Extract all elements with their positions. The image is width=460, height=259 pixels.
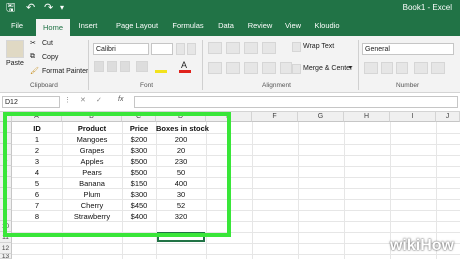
tab-insert[interactable]: Insert [74,16,102,36]
wrap-text-button[interactable]: Wrap Text [303,43,334,50]
decrease-decimal-icon[interactable] [431,62,445,74]
align-right-icon[interactable] [244,62,258,74]
window-title: Book1 - Excel [402,3,452,12]
cut-icon: ✂ [30,40,36,47]
bold-icon[interactable] [94,61,104,72]
fill-color-icon[interactable] [155,70,167,73]
save-icon[interactable]: 🖫 [6,1,15,15]
align-bottom-icon[interactable] [244,42,258,54]
currency-icon[interactable] [364,62,378,74]
gridline [344,122,345,259]
merge-center-dropdown-icon[interactable]: ▾ [349,64,352,71]
formula-bar: D12 ⋮ ✕ ✓ fx [0,93,460,112]
tab-review[interactable]: Review [244,16,276,36]
clipboard-group-label: Clipboard [30,82,58,89]
redo-icon[interactable]: ↷ [44,1,53,15]
orientation-icon[interactable] [262,42,276,54]
tab-formulas[interactable]: Formulas [168,16,208,36]
number-group-label: Number [396,82,420,89]
number-format-select[interactable]: General [362,43,454,55]
title-bar: 🖫 ↶ ↷ ▾ Book1 - Excel [0,0,460,16]
align-center-icon[interactable] [226,62,240,74]
column-header[interactable]: H [344,112,390,122]
tab-page-layout[interactable]: Page Layout [108,16,166,36]
decrease-font-icon[interactable] [187,43,196,55]
paste-button[interactable]: Paste [6,60,24,67]
enter-icon[interactable]: ✓ [96,96,102,104]
cancel-icon[interactable]: ✕ [80,96,86,104]
align-top-icon[interactable] [208,42,222,54]
undo-icon[interactable]: ↶ [26,1,35,15]
increase-font-icon[interactable] [176,43,185,55]
underline-icon[interactable] [120,61,130,72]
align-middle-icon[interactable] [226,42,240,54]
tab-kloudio[interactable]: Kloudio [310,16,344,36]
gridline [252,122,253,259]
ribbon: Paste ✂ Cut ⧉ Copy 🖌 Format Painter Clip… [0,36,460,93]
column-header[interactable]: I [390,112,436,122]
format-painter-button[interactable]: Format Painter [42,68,88,75]
font-name-box[interactable]: Calibri [93,43,149,55]
column-header[interactable]: J [436,112,460,122]
font-color-icon[interactable]: A [181,60,187,70]
percent-icon[interactable] [381,62,393,74]
merge-center-icon [292,64,301,74]
name-box-separator-icon: ⋮ [64,97,71,104]
copy-icon: ⧉ [30,53,35,60]
separator [88,40,89,90]
separator [202,40,203,90]
tab-view[interactable]: View [280,16,306,36]
align-left-icon[interactable] [208,62,222,74]
copy-button[interactable]: Copy [42,54,58,61]
comma-style-icon[interactable] [396,62,408,74]
tab-file[interactable]: File [4,16,30,36]
wrap-text-icon [292,42,301,52]
borders-icon[interactable] [136,61,148,72]
cut-button[interactable]: Cut [42,40,53,47]
insert-function-icon[interactable]: fx [118,96,123,103]
decrease-indent-icon[interactable] [262,62,276,74]
name-box[interactable]: D12 [2,96,60,108]
tab-home[interactable]: Home [36,19,70,36]
merge-center-button[interactable]: Merge & Center [303,65,352,72]
row-header[interactable]: 13 [0,254,12,259]
customize-qat-icon[interactable]: ▾ [60,1,64,15]
font-size-box[interactable] [151,43,173,55]
formula-input[interactable] [134,96,458,108]
gridline [298,122,299,259]
alignment-group-label: Alignment [262,82,291,89]
tab-data[interactable]: Data [214,16,238,36]
italic-icon[interactable] [107,61,117,72]
format-painter-icon: 🖌 [30,68,39,75]
wikihow-watermark: wikiHow [389,237,454,254]
column-header[interactable]: F [252,112,298,122]
separator [358,40,359,90]
column-header[interactable]: G [298,112,344,122]
increase-indent-icon[interactable] [280,62,292,74]
clipboard-icon [6,40,24,58]
ribbon-tabs: File Home Insert Page Layout Formulas Da… [0,16,460,36]
font-color-swatch [179,70,191,73]
highlight-frame [3,112,231,237]
font-group-label: Font [140,82,154,89]
row-header[interactable]: 12 [0,243,12,254]
increase-decimal-icon[interactable] [414,62,428,74]
